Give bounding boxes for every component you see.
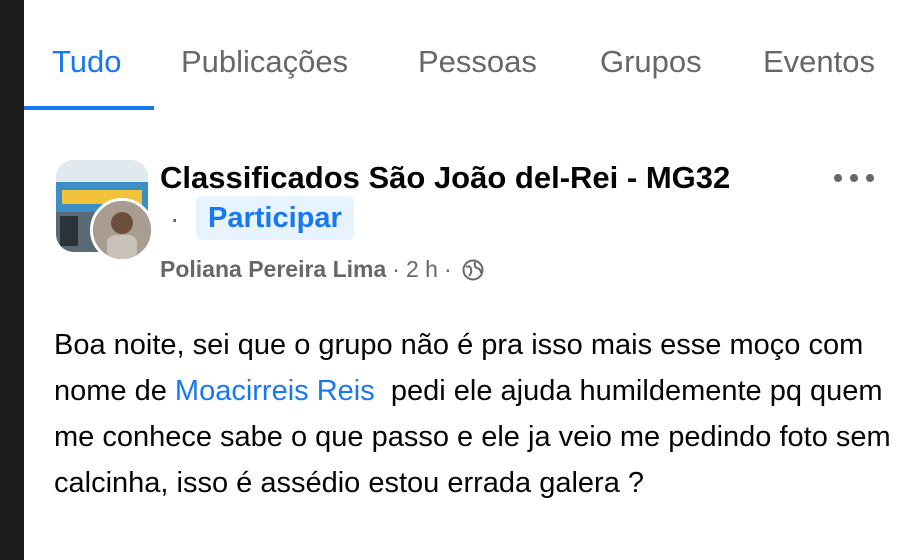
group-name-link[interactable]: Classificados São João del-Rei - MG32	[160, 160, 730, 196]
more-horizontal-icon[interactable]	[832, 168, 876, 188]
meta-separator: ·	[443, 256, 452, 282]
globe-icon[interactable]	[462, 259, 484, 281]
search-results-panel: Tudo Publicações Pessoas Grupos Eventos	[24, 0, 905, 560]
tab-pessoas[interactable]: Pessoas	[418, 44, 537, 80]
post-timestamp[interactable]: 2 h	[406, 256, 438, 283]
search-tabs: Tudo Publicações Pessoas Grupos Eventos	[24, 0, 905, 112]
tab-publicacoes[interactable]: Publicações	[181, 44, 348, 80]
tab-eventos[interactable]: Eventos	[763, 44, 875, 80]
left-edge-bar	[0, 0, 24, 560]
author-avatar[interactable]	[90, 198, 154, 262]
join-group-button[interactable]: Participar	[196, 196, 354, 240]
post-body: Boa noite, sei que o grupo não é pra iss…	[54, 322, 894, 506]
meta-separator: ·	[392, 256, 400, 282]
post-meta: Poliana Pereira Lima · 2 h ·	[160, 256, 484, 283]
tab-grupos[interactable]: Grupos	[600, 44, 702, 80]
separator-dot: ·	[170, 203, 180, 234]
author-avatar-image	[93, 201, 151, 259]
mention-link[interactable]: Moacirreis Reis	[175, 375, 375, 407]
active-tab-indicator	[24, 106, 154, 110]
tab-tudo[interactable]: Tudo	[52, 44, 122, 80]
author-name-link[interactable]: Poliana Pereira Lima	[160, 256, 386, 283]
